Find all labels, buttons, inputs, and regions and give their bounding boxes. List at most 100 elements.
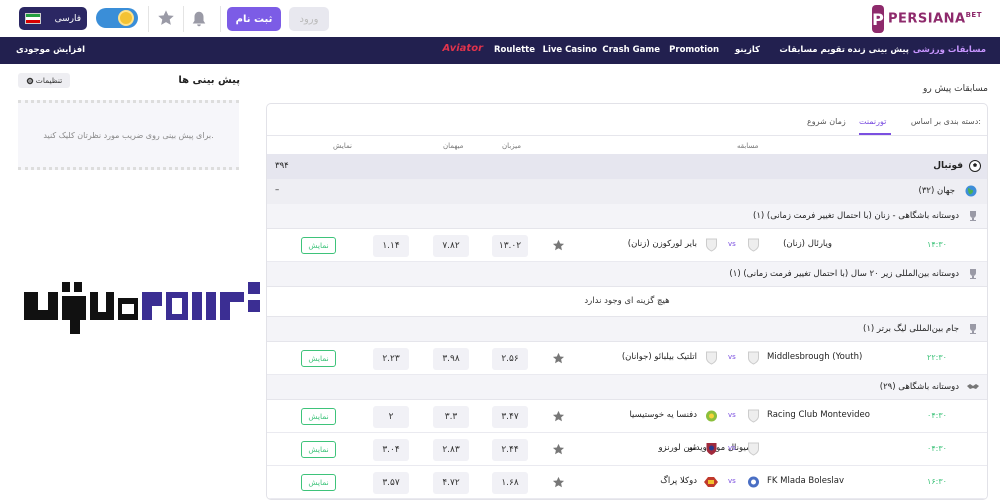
nav-item-live-casino[interactable]: Live Casino [543,45,597,55]
watermark-logo [24,282,260,334]
tab-underline [859,133,891,135]
league-name: دوستانه باشگاهی - زنان (با احتمال تغییر … [752,211,959,221]
odd-away[interactable]: ۲ [373,406,409,428]
team-crest-icon [748,238,759,252]
nav-item-live[interactable]: پیش بینی زنده [848,45,909,55]
league-row[interactable]: جام بین‌المللی لیگ برتر (۱) [267,317,987,342]
nav-item-promotion[interactable]: Promotion [669,45,719,55]
team-crest-icon [704,477,718,487]
home-team: Racing Club Montevideo [767,410,870,420]
language-selector[interactable]: فارسی [19,7,87,30]
settings-button[interactable]: تنظیمات [18,73,70,88]
vs-label: vs [728,240,736,248]
nav-item-aviator[interactable]: Aviator [443,43,483,54]
nav-item-sports[interactable]: مسابقات ورزشی [913,45,986,55]
league-row[interactable]: دوستانه باشگاهی (۲۹) [267,375,987,400]
tab-tournament[interactable]: تورنمنت [859,117,886,126]
vs-label: vs [728,411,736,419]
trophy-icon [970,211,976,221]
nav-item-calendar[interactable]: تقویم مسابقات [779,45,845,55]
matches-card: دسته بندی بر اساس: تورنمنت زمان شروع مسا… [266,103,988,500]
favorite-star-icon[interactable] [552,476,565,489]
register-button[interactable]: ثبت نام [227,7,281,31]
away-team: دفنسا یه خوستیسیا [629,410,697,420]
match-time: ۰۴:۳۰ [927,444,947,453]
site-logo[interactable]: P PERSIANABET [872,5,982,33]
empty-message: هیچ گزینه ای وجود ندارد [267,287,987,317]
theme-toggle[interactable] [96,8,138,28]
away-team: بایر لورکوزن (زنان) [627,239,697,249]
favorite-star-icon[interactable] [552,410,565,423]
match-row: ۰۴:۳۰ Racing Club Montevideo vs دفنسا یه… [267,400,987,433]
divider [183,6,184,32]
logo-sup: BET [965,11,982,20]
sport-count: ۳۹۴ [275,161,289,171]
match-time: ۲۲:۳۰ [927,353,947,362]
odd-home[interactable]: ۲.۵۶ [492,348,528,370]
odd-away[interactable]: ۱.۱۴ [373,235,409,257]
soccer-ball-icon [969,160,981,172]
match-time: ۱۴:۳۰ [927,240,947,249]
show-button[interactable]: نمایش [301,408,336,425]
match-row: ۰۴:۳۰ ناسیونال مونته‌ویدئو vs سن لورنزو … [267,433,987,466]
match-time: ۱۶:۳۰ [927,477,947,486]
top-bar: P PERSIANABET ورود ثبت نام فارسی [0,0,1000,37]
favorite-star-icon[interactable] [552,239,565,252]
match-row: ۱۴:۳۰ ویارئال (زنان) vs بایر لورکوزن (زن… [267,229,987,262]
region-collapse[interactable]: – [275,185,279,195]
nav-item-roulette[interactable]: Roulette [494,45,535,55]
odd-draw[interactable]: ۷.۸۲ [433,235,469,257]
odd-home[interactable]: ۱.۶۸ [492,472,528,494]
show-button[interactable]: نمایش [301,237,336,254]
odd-home[interactable]: ۲.۴۴ [492,439,528,461]
divider [220,6,221,32]
league-name: جام بین‌المللی لیگ برتر (۱) [863,324,959,334]
sun-icon [118,10,134,26]
odd-away[interactable]: ۲.۲۳ [373,348,409,370]
odd-draw[interactable]: ۴.۷۲ [433,472,469,494]
bell-icon[interactable] [190,10,208,28]
nav-item-crash-game[interactable]: Crash Game [602,45,660,55]
favorite-star-icon[interactable] [552,352,565,365]
team-crest-icon [748,409,759,423]
nav-item-casino[interactable]: کازینو [735,45,760,55]
region-row-world[interactable]: جهان (۳۲) – [267,179,987,204]
login-button[interactable]: ورود [289,7,329,31]
odd-draw[interactable]: ۳.۳ [433,406,469,428]
favorite-star-icon[interactable] [552,443,565,456]
show-button[interactable]: نمایش [301,474,336,491]
page-title: مسابقات پیش رو [923,84,988,94]
league-name: دوستانه باشگاهی (۲۹) [879,382,959,392]
odd-home[interactable]: ۳.۴۷ [492,406,528,428]
odd-draw[interactable]: ۲.۸۳ [433,439,469,461]
team-crest-icon [706,238,717,252]
column-match: مسابقه [737,142,759,150]
away-team: سن لورنزو [658,443,697,453]
column-home: میزبان [502,142,521,150]
odd-away[interactable]: ۳.۵۷ [373,472,409,494]
odd-home[interactable]: ۱۳.۰۲ [492,235,528,257]
team-crest-icon [748,442,759,456]
league-row[interactable]: دوستانه باشگاهی - زنان (با احتمال تغییر … [267,204,987,229]
odd-draw[interactable]: ۳.۹۸ [433,348,469,370]
home-team: FK Mlada Boleslav [767,476,845,486]
show-button[interactable]: نمایش [301,350,336,367]
league-row[interactable]: دوستانه بین‌المللی زیر ۲۰ سال (با احتمال… [267,262,987,287]
match-time: ۰۴:۳۰ [927,411,947,420]
team-crest-icon [706,351,717,365]
column-away: میهمان [443,142,464,150]
match-row: ۲۲:۳۰ Middlesbrough (Youth) vs اتلتیک بی… [267,342,987,375]
tab-start-time[interactable]: زمان شروع [807,117,846,126]
settings-label: تنظیمات [35,76,63,85]
betslip-title: پیش بینی ها [178,75,240,86]
favorites-star-icon[interactable] [157,9,175,27]
away-team: دوکلا پراگ [660,476,697,486]
league-name: دوستانه بین‌المللی زیر ۲۰ سال (با احتمال… [729,269,959,279]
sport-row-football[interactable]: فوتبال ۳۹۴ [267,154,987,179]
main-nav: مسابقات ورزشی پیش بینی زنده تقویم مسابقا… [0,37,1000,64]
odd-away[interactable]: ۳.۰۴ [373,439,409,461]
vs-label: vs [728,353,736,361]
show-button[interactable]: نمایش [301,441,336,458]
match-row: ۱۶:۳۰ FK Mlada Boleslav vs دوکلا پراگ ۱.… [267,466,987,499]
deposit-link[interactable]: افزایش موجودی [16,45,85,55]
